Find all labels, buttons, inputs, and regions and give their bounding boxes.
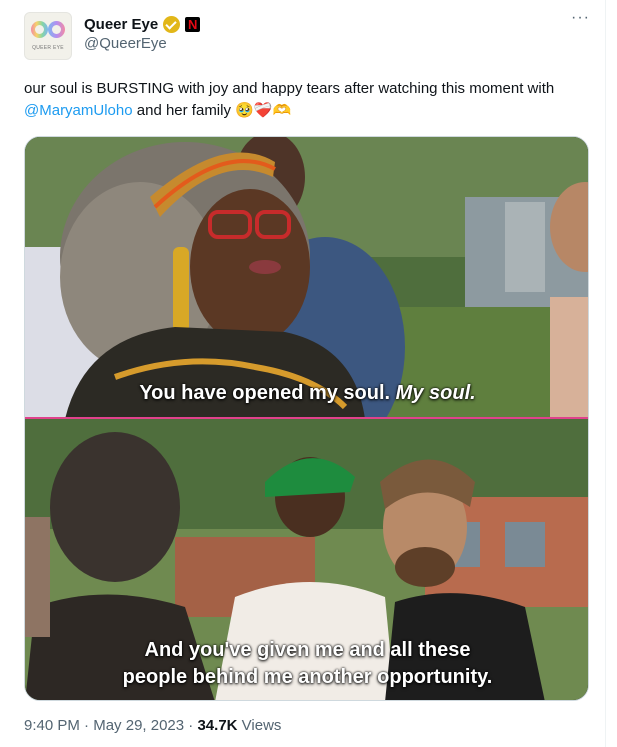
top-caption: You have opened my soul. My soul. [25,381,588,405]
queer-eye-logo-icon [31,21,67,41]
mention-link[interactable]: @MaryamUloho [24,102,133,119]
separator: · [79,717,94,734]
emoji-sequence: 🥹❤️‍🩹🫶 [235,102,292,119]
top-caption-italic: My soul. [395,382,476,404]
top-video-frame [25,137,588,457]
top-caption-plain: You have opened my soul. [139,382,396,404]
avatar[interactable]: QUEER EYE [24,12,72,60]
tweet-time[interactable]: 9:40 PM [24,717,80,734]
tweet-card: QUEER EYE Queer Eye N @QueerEye ··· our … [0,0,606,747]
tweet-text: our soul is BURSTING with joy and happy … [24,78,584,122]
user-handle[interactable]: @QueerEye [84,35,167,52]
tweet-text-part: and her family [132,102,236,119]
verified-badge-icon[interactable] [163,15,181,33]
avatar-subtext: QUEER EYE [32,45,64,51]
tweet-date[interactable]: May 29, 2023 [93,717,184,734]
caption-divider [25,417,588,419]
separator: · [184,717,198,734]
views-count[interactable]: 34.7K [197,717,237,734]
more-options-icon[interactable]: ··· [571,10,591,28]
tweet-text-part: our soul is BURSTING with joy and happy … [24,80,555,97]
display-name[interactable]: Queer Eye [84,16,158,33]
tweet-metadata: 9:40 PM · May 29, 2023 · 34.7K Views [24,717,281,734]
bottom-caption: And you've given me and all these people… [25,637,588,691]
author-name-row: Queer Eye N [84,14,201,34]
bottom-caption-line: people behind me another opportunity. [122,666,493,688]
bottom-caption-line: And you've given me and all these [144,639,471,661]
views-label: Views [237,717,282,734]
tweet-media-image[interactable]: You have opened my soul. My soul. And yo… [24,136,589,701]
netflix-affiliation-icon[interactable]: N [185,16,201,32]
